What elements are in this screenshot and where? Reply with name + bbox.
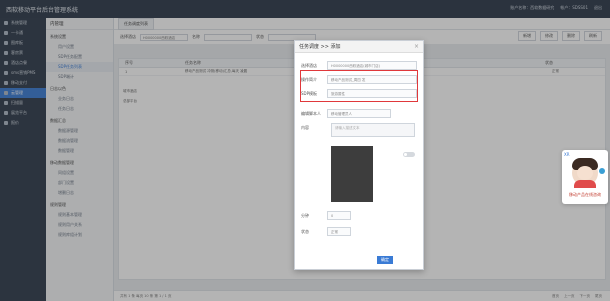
field-content: 内容 (301, 125, 323, 131)
field-minutes-label: 分钟 (301, 212, 309, 218)
hotel-select[interactable]: H0000000西软酒店(城市门店) (327, 61, 417, 70)
avatar-body (574, 180, 596, 188)
script-editor-input[interactable]: 移动管理员人 (327, 109, 391, 118)
minutes-input[interactable]: 0 (327, 211, 351, 220)
confirm-button[interactable]: 确定 (377, 256, 393, 264)
field-script-editor: 编辑脚本人 移动管理员人 (301, 109, 391, 118)
script-toggle[interactable] (403, 152, 415, 157)
image-preview (331, 146, 373, 202)
field-status: 状态 正常 (301, 227, 351, 236)
chat-icon (599, 168, 605, 174)
consult-widget[interactable]: XR 移动产品在线咨询 (562, 150, 608, 204)
widget-label: 移动产品在线咨询 (569, 192, 601, 197)
widget-logo: XR (564, 152, 570, 157)
field-script-editor-label: 编辑脚本人 (301, 110, 321, 116)
highlight-box (300, 70, 418, 102)
content-textarea[interactable]: 请输入描述文本 (331, 123, 415, 137)
status-select[interactable]: 正常 (327, 227, 351, 236)
close-icon[interactable]: × (414, 43, 419, 50)
field-content-label: 内容 (301, 125, 309, 130)
field-hotel-label: 选择酒店 (301, 62, 317, 68)
field-status-label: 状态 (301, 228, 309, 234)
avatar-face (577, 166, 593, 180)
field-minutes: 分钟 0 (301, 211, 351, 220)
modal-title: 任务调度 >> 添加 (295, 41, 423, 53)
field-hotel: 选择酒店 H0000000西软酒店(城市门店) (301, 61, 417, 70)
